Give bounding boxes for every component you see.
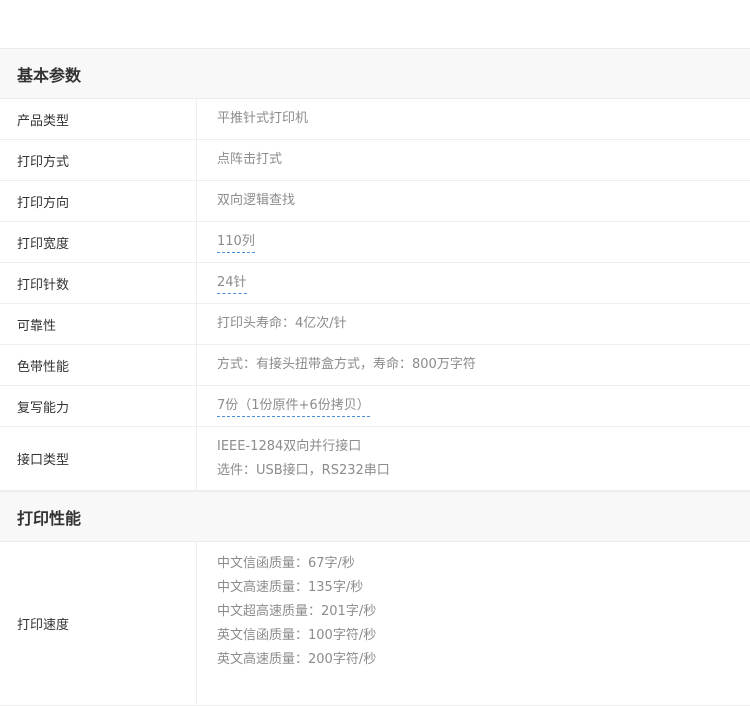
param-label: 打印方式 [0,140,197,180]
param-value: 点阵击打式 [197,140,750,180]
param-row-interface: 接口类型 IEEE-1284双向并行接口 选件：USB接口，RS232串口 [0,427,750,491]
param-row-ribbon: 色带性能 方式：有接头扭带盒方式，寿命：800万字符 [0,345,750,386]
param-row-reliability: 可靠性 打印头寿命：4亿次/针 [0,304,750,345]
param-value-text: 平推针式打印机 [217,111,309,126]
param-value-text: 中文超高速质量：201字/秒 [217,604,377,619]
param-value: 中文信函质量：67字/秒 中文高速质量：135字/秒 中文超高速质量：201字/… [197,542,750,705]
top-spacer [0,0,750,48]
param-value-text: 双向逻辑查找 [217,193,296,208]
param-value-text: 英文高速质量：200字符/秒 [217,652,377,667]
param-value: 7份（1份原件+6份拷贝） [197,386,750,426]
param-value: 双向逻辑查找 [197,181,750,221]
param-row-product-type: 产品类型 平推针式打印机 [0,99,750,140]
param-label: 可靠性 [0,304,197,344]
param-label: 打印速度 [0,542,197,705]
param-value-link[interactable]: 7份（1份原件+6份拷贝） [217,397,370,417]
param-list-performance: 打印速度 中文信函质量：67字/秒 中文高速质量：135字/秒 中文超高速质量：… [0,542,750,706]
param-value-text: 选件：USB接口，RS232串口 [217,462,390,478]
param-row-copy-capability: 复写能力 7份（1份原件+6份拷贝） [0,386,750,427]
param-label: 打印针数 [0,263,197,303]
param-value-text: 中文信函质量：67字/秒 [217,556,355,571]
param-value: 方式：有接头扭带盒方式，寿命：800万字符 [197,345,750,385]
section-title: 打印性能 [17,508,82,528]
param-value-link[interactable]: 110列 [217,233,255,253]
param-value-text: 方式：有接头扭带盒方式，寿命：800万字符 [217,357,476,372]
param-value-text: 打印头寿命：4亿次/针 [217,316,347,331]
param-value: 110列 [197,222,750,262]
param-label: 打印宽度 [0,222,197,262]
param-value: IEEE-1284双向并行接口 选件：USB接口，RS232串口 [197,427,750,490]
param-value-link[interactable]: 24针 [217,274,247,294]
param-row-print-width: 打印宽度 110列 [0,222,750,263]
param-label: 色带性能 [0,345,197,385]
section-title: 基本参数 [17,65,82,85]
param-value-text: 英文信函质量：100字符/秒 [217,628,377,643]
param-value-text: 中文高速质量：135字/秒 [217,580,364,595]
param-value-text: 点阵击打式 [217,152,283,167]
param-value: 平推针式打印机 [197,99,750,139]
param-list-basic: 产品类型 平推针式打印机 打印方式 点阵击打式 打印方向 双向逻辑查找 打印宽度… [0,99,750,491]
param-label: 产品类型 [0,99,197,139]
param-value: 打印头寿命：4亿次/针 [197,304,750,344]
param-label: 接口类型 [0,427,197,490]
param-row-print-method: 打印方式 点阵击打式 [0,140,750,181]
param-value-text: IEEE-1284双向并行接口 [217,438,362,454]
param-label: 复写能力 [0,386,197,426]
section-header-print-performance: 打印性能 [0,491,750,542]
param-row-pin-count: 打印针数 24针 [0,263,750,304]
param-value: 24针 [197,263,750,303]
section-header-basic-params: 基本参数 [0,48,750,99]
param-row-print-speed: 打印速度 中文信函质量：67字/秒 中文高速质量：135字/秒 中文超高速质量：… [0,542,750,706]
param-row-print-direction: 打印方向 双向逻辑查找 [0,181,750,222]
param-label: 打印方向 [0,181,197,221]
